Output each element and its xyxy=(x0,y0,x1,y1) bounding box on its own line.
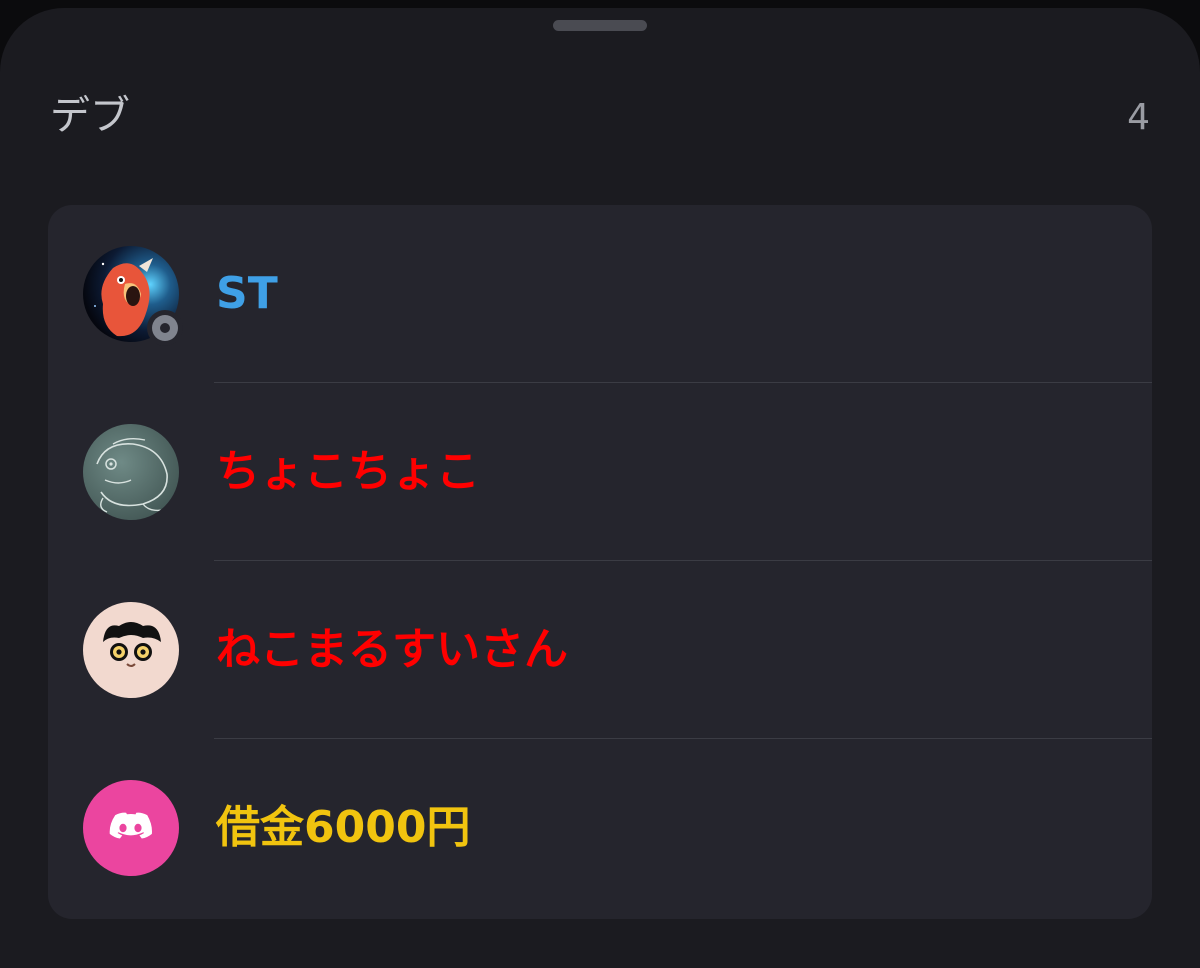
discord-default-avatar xyxy=(83,780,179,876)
frog-sketch-avatar xyxy=(83,424,179,520)
member-sheet: デブ 4 ST ちょこちょこ ねこまるすいさん 借金6000円 xyxy=(0,8,1200,968)
discord-logo-icon xyxy=(109,812,152,839)
member-row-nekomaru[interactable]: ねこまるすいさん xyxy=(48,561,1152,739)
member-row-chokochoko[interactable]: ちょこちょこ xyxy=(48,383,1152,561)
member-row-st[interactable]: ST xyxy=(48,205,1152,383)
role-title: デブ xyxy=(50,93,130,139)
member-name: 借金6000円 xyxy=(216,802,471,853)
member-count: 4 xyxy=(1127,97,1150,138)
member-name: ねこまるすいさん xyxy=(216,624,568,675)
member-name: ちょこちょこ xyxy=(216,446,480,497)
member-list: ST ちょこちょこ ねこまるすいさん 借金6000円 xyxy=(48,205,1152,919)
member-row-shakkin[interactable]: 借金6000円 xyxy=(48,739,1152,917)
sheet-grabber[interactable] xyxy=(553,20,647,31)
member-name: ST xyxy=(216,268,278,319)
cartoon-face-avatar xyxy=(83,602,179,698)
offline-status-indicator xyxy=(147,310,183,346)
